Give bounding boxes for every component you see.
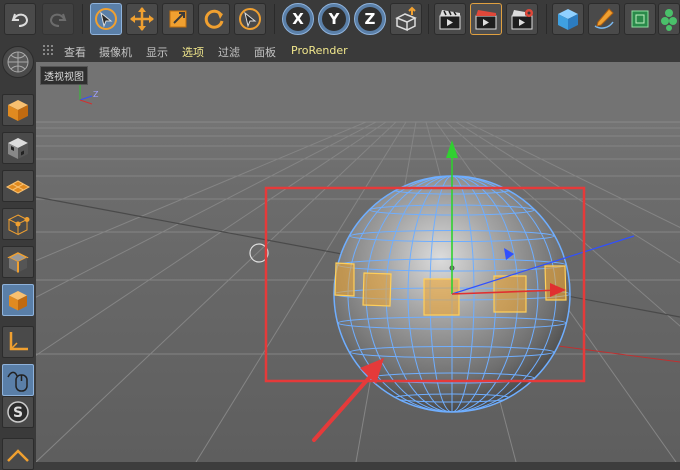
workplane-icon: [7, 449, 29, 462]
pen-tool-button[interactable]: [588, 3, 620, 35]
clapper-icon: [439, 10, 461, 30]
edge-mode-button[interactable]: [2, 246, 34, 278]
workplane-lock-button[interactable]: [2, 438, 34, 470]
point-mode-button[interactable]: [2, 208, 34, 240]
move-icon: [130, 7, 154, 31]
scale-tool-button[interactable]: [162, 3, 194, 35]
z-axis-label: Z: [358, 7, 382, 31]
menu-view[interactable]: 查看: [64, 44, 86, 60]
live-selection-icon: [95, 8, 117, 30]
globe-grid-icon: [7, 51, 29, 73]
recent-tool-icon: [239, 8, 261, 30]
clapper-gear-icon: [511, 9, 533, 30]
y-axis-lock-button[interactable]: Y: [318, 3, 350, 35]
uv-mode-button[interactable]: [2, 170, 34, 202]
axis-z-label: Z: [93, 90, 99, 99]
axis-enable-button[interactable]: [2, 326, 34, 358]
main-toolbar: X Y Z: [0, 0, 680, 39]
undo-button[interactable]: [4, 3, 36, 35]
left-toolbar: S: [0, 38, 37, 470]
viewport-name-label: 透视视图: [40, 66, 88, 85]
tweak-mode-button[interactable]: [2, 364, 34, 396]
checker-cube-icon: [8, 138, 28, 159]
render-settings-button[interactable]: [506, 3, 538, 35]
svg-text:S: S: [13, 405, 23, 421]
edge-cube-icon: [7, 252, 29, 273]
rotate-tool-button[interactable]: [198, 3, 230, 35]
coordinate-system-button[interactable]: [390, 3, 422, 35]
move-tool-button[interactable]: [126, 3, 158, 35]
cloner-icon: [661, 9, 677, 31]
select-tool-button[interactable]: [90, 3, 122, 35]
polygon-cube-icon: [9, 291, 27, 311]
grip-icon: [43, 45, 53, 55]
menu-prorender[interactable]: ProRender: [291, 44, 348, 57]
undo-icon: [11, 13, 29, 27]
subdivision-button[interactable]: [624, 3, 656, 35]
axis-corner-icon: [9, 332, 28, 351]
pen-spline-icon: [594, 8, 614, 29]
snap-button[interactable]: S: [2, 396, 34, 428]
mouse-tweak-icon: [7, 371, 28, 392]
menu-panel[interactable]: 面板: [254, 44, 276, 60]
cube-object-button[interactable]: [552, 3, 584, 35]
uv-grid-icon: [5, 180, 31, 194]
cube-model-icon: [8, 100, 28, 121]
menu-options[interactable]: 选项: [182, 44, 204, 60]
viewport-menu-bar: 查看 摄像机 显示 选项 过滤 面板 ProRender: [36, 38, 680, 63]
perspective-viewport[interactable]: Y Z: [36, 62, 680, 462]
x-axis-label: X: [286, 7, 310, 31]
clapper-render-icon: [475, 10, 497, 30]
z-axis-lock-button[interactable]: Z: [354, 3, 386, 35]
texture-mode-button[interactable]: [2, 132, 34, 164]
coordinate-system-icon: [395, 6, 417, 32]
redo-button[interactable]: [42, 3, 74, 35]
menu-camera[interactable]: 摄像机: [99, 44, 132, 60]
redo-icon: [49, 13, 67, 27]
viewport-canvas[interactable]: Y Z: [36, 62, 680, 462]
subdivision-icon: [631, 10, 649, 28]
rotate-icon: [204, 9, 224, 29]
menu-display[interactable]: 显示: [146, 44, 168, 60]
last-tool-button[interactable]: [234, 3, 266, 35]
model-mode-button[interactable]: [2, 94, 34, 126]
snap-s-icon: S: [7, 401, 29, 423]
cube-icon: [558, 9, 578, 30]
polygon-mode-button[interactable]: [2, 284, 34, 316]
cloner-button[interactable]: [658, 3, 680, 35]
y-axis-label: Y: [322, 7, 346, 31]
render-to-picture-viewer-button[interactable]: [470, 3, 502, 35]
menu-filter[interactable]: 过滤: [218, 44, 240, 60]
render-view-button[interactable]: [434, 3, 466, 35]
point-cube-icon: [7, 214, 30, 236]
x-axis-lock-button[interactable]: X: [282, 3, 314, 35]
scale-icon: [169, 10, 187, 28]
workplane-button[interactable]: [2, 46, 34, 78]
